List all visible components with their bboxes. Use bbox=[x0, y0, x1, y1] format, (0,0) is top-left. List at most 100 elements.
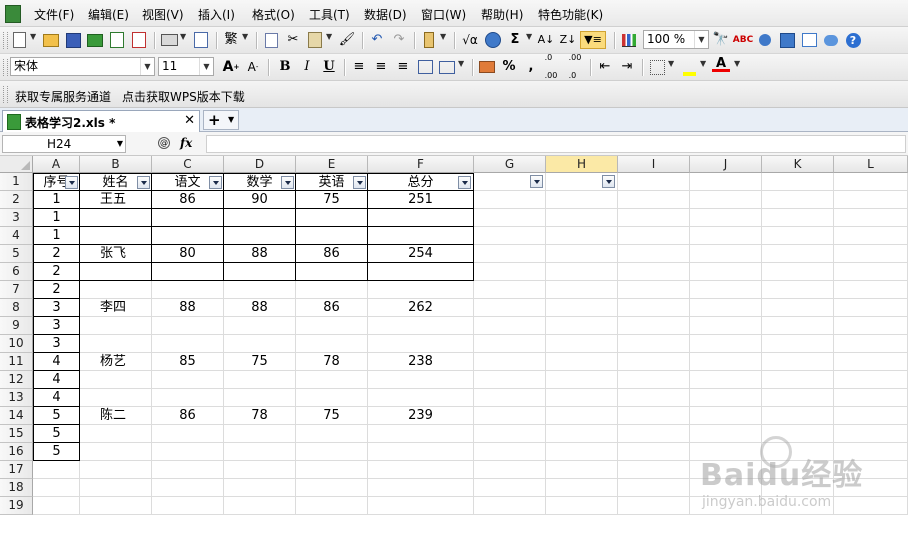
data-cell[interactable]: 2 bbox=[33, 281, 80, 299]
data-cell[interactable] bbox=[152, 479, 224, 497]
data-cell[interactable]: 3 bbox=[33, 299, 80, 317]
print-icon[interactable] bbox=[160, 31, 178, 49]
cell[interactable] bbox=[618, 245, 690, 263]
data-cell[interactable]: 75 bbox=[224, 353, 296, 371]
decrease-decimal-icon[interactable]: .00.0 bbox=[566, 53, 584, 80]
data-cell[interactable]: 5 bbox=[33, 425, 80, 443]
data-cell[interactable] bbox=[152, 443, 224, 461]
cell[interactable] bbox=[474, 299, 546, 317]
cell[interactable] bbox=[546, 497, 618, 515]
header-cell[interactable]: 语文 bbox=[152, 173, 224, 191]
select-all-corner[interactable] bbox=[0, 156, 33, 173]
data-cell[interactable] bbox=[80, 443, 152, 461]
cell[interactable] bbox=[546, 443, 618, 461]
data-cell[interactable]: 88 bbox=[224, 245, 296, 263]
column-header-b[interactable]: B bbox=[80, 156, 152, 173]
formula-icon[interactable]: √α bbox=[459, 31, 481, 49]
data-cell[interactable]: 1 bbox=[33, 227, 80, 245]
cell[interactable] bbox=[618, 389, 690, 407]
cell[interactable] bbox=[474, 389, 546, 407]
data-cell[interactable] bbox=[368, 443, 474, 461]
protect-icon[interactable] bbox=[756, 31, 774, 49]
data-cell[interactable] bbox=[368, 227, 474, 245]
data-cell[interactable] bbox=[80, 281, 152, 299]
filter-dropdown-icon[interactable] bbox=[353, 176, 366, 189]
cell[interactable] bbox=[618, 443, 690, 461]
cell[interactable] bbox=[690, 263, 762, 281]
zoom-dropdown-icon[interactable]: ▼ bbox=[694, 31, 708, 48]
cell[interactable] bbox=[762, 389, 834, 407]
data-cell[interactable] bbox=[80, 227, 152, 245]
header-cell[interactable]: 数学 bbox=[224, 173, 296, 191]
menu-window[interactable]: 窗口(W) bbox=[421, 6, 466, 23]
filter-dropdown-icon[interactable] bbox=[281, 176, 294, 189]
cell[interactable] bbox=[474, 227, 546, 245]
row-header-1[interactable]: 1 bbox=[0, 173, 33, 191]
data-cell[interactable] bbox=[80, 461, 152, 479]
undo-icon[interactable]: ↶ bbox=[368, 31, 386, 49]
data-cell[interactable] bbox=[296, 209, 368, 227]
help-icon[interactable]: ? bbox=[844, 31, 862, 49]
data-cell[interactable] bbox=[296, 227, 368, 245]
data-cell[interactable] bbox=[224, 227, 296, 245]
data-cell[interactable]: 1 bbox=[33, 191, 80, 209]
sort-descending-icon[interactable]: Z↓ bbox=[559, 31, 577, 49]
new-dropdown-icon[interactable]: ▼ bbox=[30, 32, 36, 41]
cell[interactable] bbox=[834, 281, 908, 299]
data-cell[interactable] bbox=[224, 443, 296, 461]
cell[interactable] bbox=[474, 353, 546, 371]
data-cell[interactable]: 262 bbox=[368, 299, 474, 317]
cell[interactable] bbox=[474, 497, 546, 515]
cell[interactable] bbox=[618, 479, 690, 497]
cell[interactable] bbox=[762, 227, 834, 245]
cell[interactable] bbox=[546, 209, 618, 227]
data-cell[interactable] bbox=[152, 227, 224, 245]
find-icon[interactable]: 🔭 bbox=[712, 31, 730, 49]
data-cell[interactable]: 4 bbox=[33, 389, 80, 407]
row-header-9[interactable]: 9 bbox=[0, 317, 33, 335]
cell[interactable] bbox=[834, 227, 908, 245]
data-cell[interactable] bbox=[296, 335, 368, 353]
data-cell[interactable]: 5 bbox=[33, 407, 80, 425]
filter-dropdown-icon[interactable] bbox=[209, 176, 222, 189]
cell[interactable] bbox=[618, 371, 690, 389]
data-cell[interactable]: 4 bbox=[33, 353, 80, 371]
zoom-lens-icon[interactable]: @ bbox=[158, 137, 170, 149]
convert-dropdown-icon[interactable]: ▼ bbox=[242, 32, 248, 41]
data-cell[interactable] bbox=[296, 443, 368, 461]
data-cell[interactable] bbox=[296, 461, 368, 479]
row-header-11[interactable]: 11 bbox=[0, 353, 33, 371]
fill-color-icon[interactable] bbox=[680, 58, 698, 76]
font-name-dropdown-icon[interactable]: ▼ bbox=[140, 58, 154, 75]
cell[interactable] bbox=[474, 443, 546, 461]
cell[interactable] bbox=[618, 191, 690, 209]
cell[interactable] bbox=[474, 281, 546, 299]
data-cell[interactable] bbox=[296, 263, 368, 281]
font-size-dropdown-icon[interactable]: ▼ bbox=[199, 58, 213, 75]
column-header-g[interactable]: G bbox=[474, 156, 546, 173]
data-cell[interactable]: 杨艺 bbox=[80, 353, 152, 371]
data-cell[interactable]: 251 bbox=[368, 191, 474, 209]
header-cell[interactable]: 英语 bbox=[296, 173, 368, 191]
sort-ascending-icon[interactable]: A↓ bbox=[537, 31, 555, 49]
data-cell[interactable]: 239 bbox=[368, 407, 474, 425]
data-cell[interactable]: 1 bbox=[33, 209, 80, 227]
cell[interactable] bbox=[546, 353, 618, 371]
cell[interactable] bbox=[546, 389, 618, 407]
menu-file[interactable]: 文件(F) bbox=[34, 6, 74, 23]
cell[interactable] bbox=[690, 335, 762, 353]
data-cell[interactable] bbox=[224, 263, 296, 281]
data-cell[interactable] bbox=[152, 371, 224, 389]
data-cell[interactable] bbox=[152, 209, 224, 227]
cell[interactable] bbox=[762, 209, 834, 227]
cell[interactable] bbox=[762, 407, 834, 425]
cell[interactable] bbox=[834, 335, 908, 353]
copy-icon[interactable] bbox=[262, 31, 280, 49]
cell[interactable] bbox=[834, 263, 908, 281]
service-channel-link[interactable]: 获取专属服务通道 bbox=[15, 88, 111, 105]
font-color-icon[interactable]: A bbox=[712, 56, 730, 72]
cell[interactable] bbox=[546, 371, 618, 389]
cell[interactable] bbox=[618, 425, 690, 443]
column-header-i[interactable]: I bbox=[618, 156, 690, 173]
row-header-7[interactable]: 7 bbox=[0, 281, 33, 299]
